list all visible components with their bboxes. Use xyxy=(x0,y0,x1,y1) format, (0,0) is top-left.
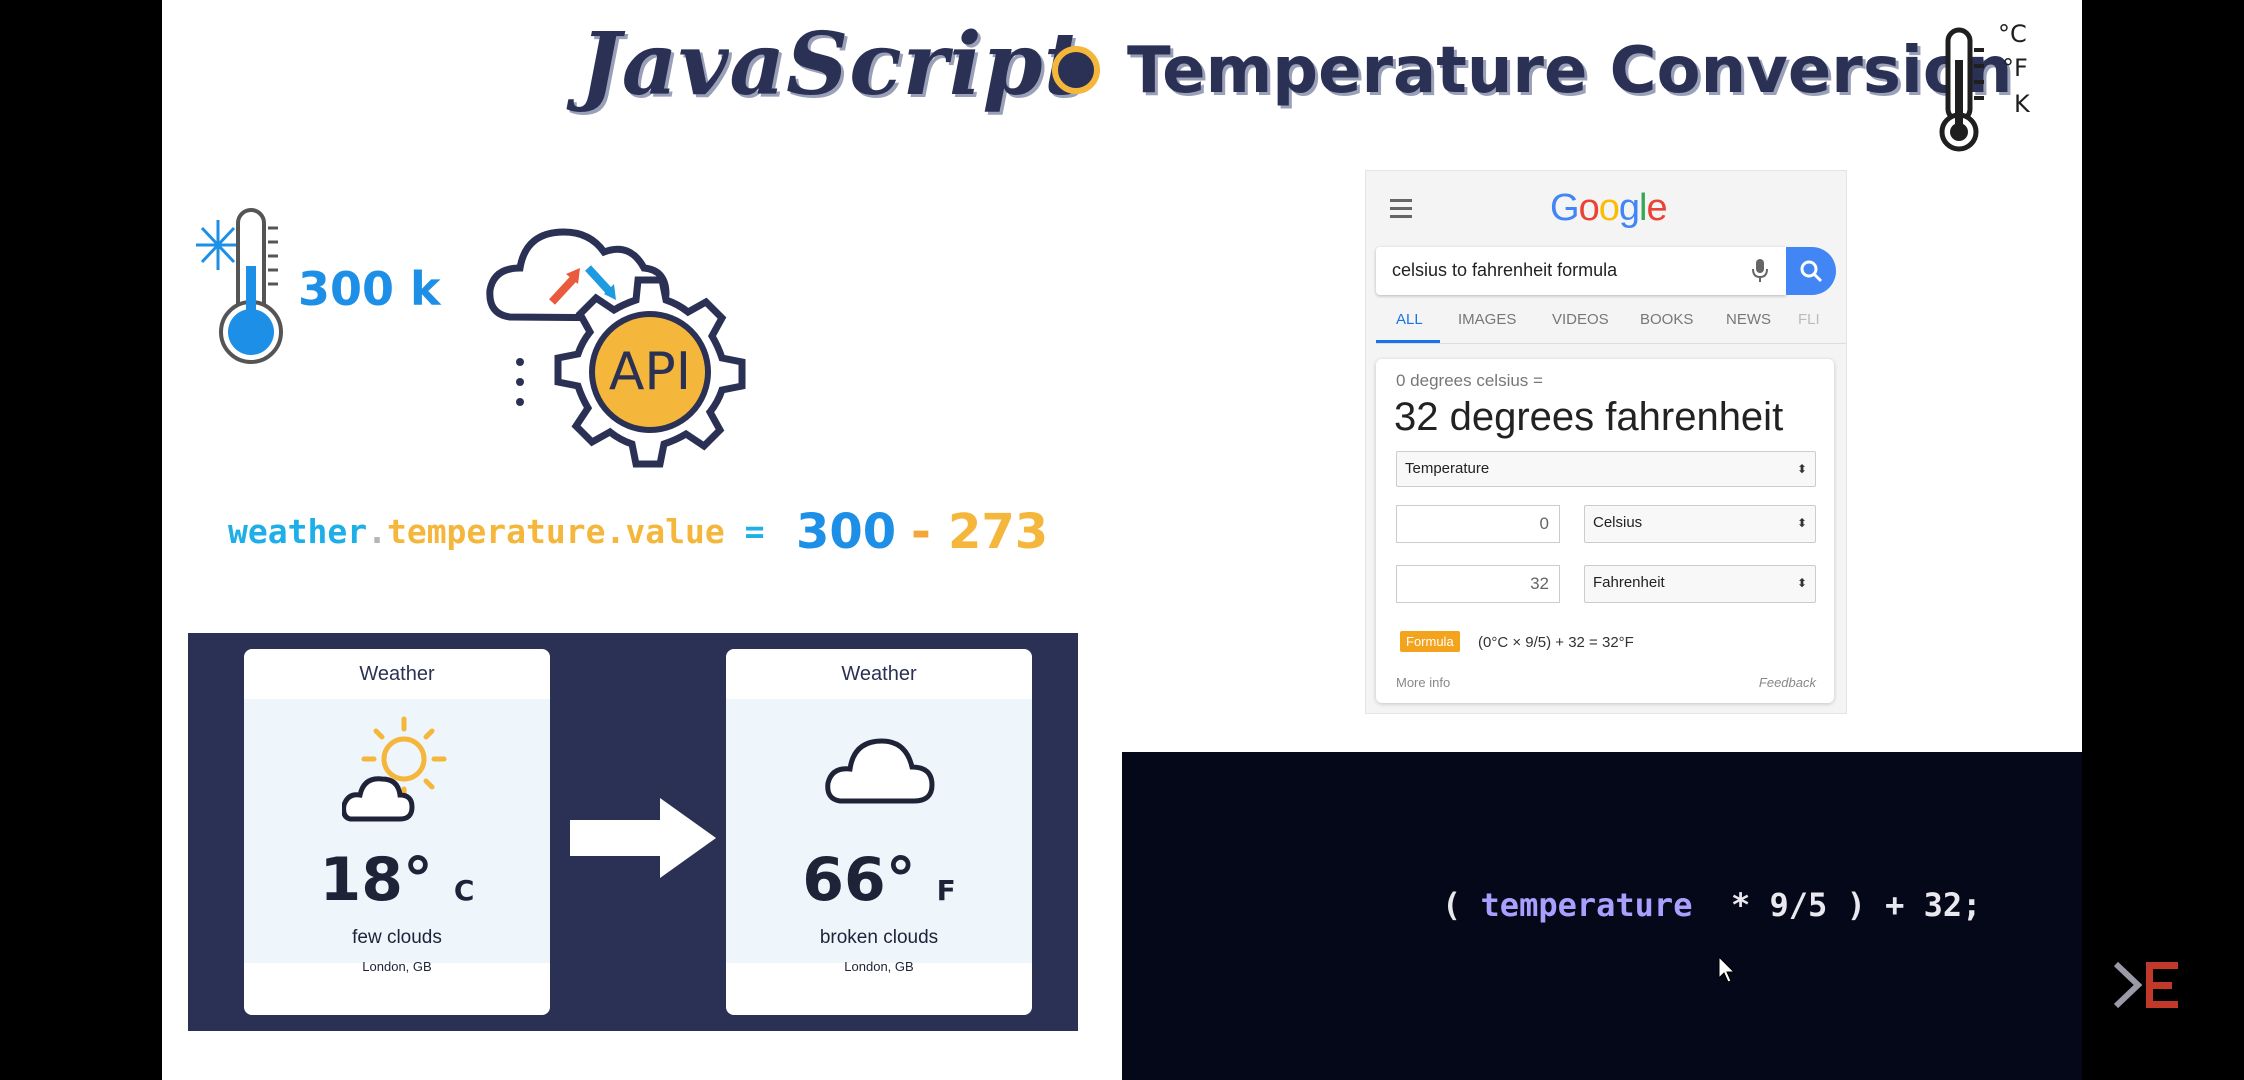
formula-path: temperature.value xyxy=(386,512,725,551)
select-arrows-icon: ⬍ xyxy=(1796,516,1807,530)
to-value-input[interactable]: 32 xyxy=(1396,565,1560,603)
google-search-input[interactable] xyxy=(1390,259,1734,282)
from-unit-select[interactable]: Celsius ⬍ xyxy=(1584,505,1816,543)
weather-temp-celsius: 18° C xyxy=(244,845,550,915)
formula-value: 300 xyxy=(796,504,897,560)
kelvin-formula: weather.temperature.value = xyxy=(228,512,764,551)
cold-thermometer-icon xyxy=(196,206,296,366)
celsius-label: °C xyxy=(1998,20,2027,48)
weather-description: few clouds xyxy=(352,927,442,948)
unit-type-select[interactable]: Temperature ⬍ xyxy=(1396,451,1816,487)
weather-description: broken clouds xyxy=(819,927,939,948)
temp-value: 66° xyxy=(802,845,916,915)
hamburger-menu-icon[interactable] xyxy=(1390,199,1412,218)
arrow-right-icon xyxy=(570,798,716,883)
cloud-icon xyxy=(824,727,936,812)
weather-card-body: 66° F broken clouds London, GB xyxy=(726,699,1032,974)
google-tabs: ALL IMAGES VIDEOS BOOKS NEWS FLI xyxy=(1376,309,1846,344)
weather-temp-fahrenheit: 66° F xyxy=(726,845,1032,915)
weather-card-fahrenheit: Weather 66° F broken clouds London, GB xyxy=(726,649,1032,1015)
to-unit-value: Fahrenheit xyxy=(1593,574,1665,591)
result-main: 32 degrees fahrenheit xyxy=(1394,395,1784,439)
title-bullet-icon xyxy=(1052,46,1100,94)
formula-equals: = xyxy=(744,512,765,551)
google-search-box[interactable] xyxy=(1376,247,1786,295)
title-temperature-conversion: Temperature Conversion xyxy=(1127,34,2013,108)
from-unit-value: Celsius xyxy=(1593,514,1643,531)
code-panel: ( temperature * 9/5 ) + 32; xyxy=(1122,752,2082,1080)
conversion-code: ( temperature * 9/5 ) + 32; xyxy=(1442,886,1981,924)
title-javascript: JavaScript xyxy=(580,14,1085,115)
code-variable: temperature xyxy=(1480,886,1693,924)
temp-unit: C xyxy=(453,874,475,907)
formula-offset: 273 xyxy=(948,504,1049,560)
formula-minus: - xyxy=(911,504,931,560)
formula-dot: . xyxy=(367,512,387,551)
from-value-input[interactable]: 0 xyxy=(1396,505,1560,543)
channel-logo-icon xyxy=(2112,958,2182,1017)
microphone-icon[interactable] xyxy=(1752,259,1768,288)
google-search-screenshot: Google ALL IMAGES VIDEOS BOOKS NEWS FLI … xyxy=(1365,170,1847,714)
mouse-cursor-icon xyxy=(1718,955,1738,989)
formula-text: (0°C × 9/5) + 32 = 32°F xyxy=(1478,634,1634,651)
tab-books[interactable]: BOOKS xyxy=(1640,311,1693,328)
api-label: API xyxy=(608,342,692,402)
thermometer-units-icon: °C °F K xyxy=(1930,20,2050,160)
weather-card-celsius: Weather 18° C few clouds London, GB xyxy=(244,649,550,1015)
weather-card-header: Weather xyxy=(841,663,917,685)
weather-location: London, GB xyxy=(362,959,432,974)
temp-unit: F xyxy=(936,874,956,907)
result-subtitle: 0 degrees celsius = xyxy=(1396,371,1543,390)
feedback-link[interactable]: Feedback xyxy=(1759,675,1816,690)
cloud-api-gear-icon: API xyxy=(480,202,760,482)
slide: JavaScript Temperature Conversion °C °F … xyxy=(162,0,2082,1080)
tab-videos[interactable]: VIDEOS xyxy=(1552,311,1609,328)
kelvin-value: 300 k xyxy=(298,262,441,316)
code-open-paren: ( xyxy=(1442,886,1481,924)
tab-flights[interactable]: FLI xyxy=(1798,311,1820,328)
active-tab-indicator xyxy=(1376,340,1440,343)
tab-news[interactable]: NEWS xyxy=(1726,311,1771,328)
more-info-link[interactable]: More info xyxy=(1396,675,1450,690)
weather-comparison-panel: Weather 18° C few clouds London, GB Weat… xyxy=(188,633,1078,1031)
select-arrows-icon: ⬍ xyxy=(1796,462,1807,476)
tab-images[interactable]: IMAGES xyxy=(1458,311,1516,328)
to-unit-select[interactable]: Fahrenheit ⬍ xyxy=(1584,565,1816,603)
search-icon xyxy=(1800,260,1823,283)
tab-all[interactable]: ALL xyxy=(1396,311,1423,328)
select-arrows-icon: ⬍ xyxy=(1796,576,1807,590)
weather-location: London, GB xyxy=(844,959,914,974)
kelvin-label: K xyxy=(2014,90,2030,118)
google-logo: Google xyxy=(1550,187,1668,229)
code-rest: * 9/5 ) + 32; xyxy=(1692,886,1982,924)
formula-badge: Formula xyxy=(1400,631,1460,652)
weather-card-body: 18° C few clouds London, GB xyxy=(244,699,550,974)
unit-type-value: Temperature xyxy=(1405,460,1490,477)
fahrenheit-label: °F xyxy=(2002,54,2028,82)
sun-cloud-icon xyxy=(341,709,452,834)
google-search-button[interactable] xyxy=(1786,247,1836,295)
weather-card-header: Weather xyxy=(359,663,435,685)
formula-object: weather xyxy=(228,512,368,551)
unit-converter-card: 0 degrees celsius = 32 degrees fahrenhei… xyxy=(1376,359,1834,703)
temp-value: 18° xyxy=(319,845,434,915)
